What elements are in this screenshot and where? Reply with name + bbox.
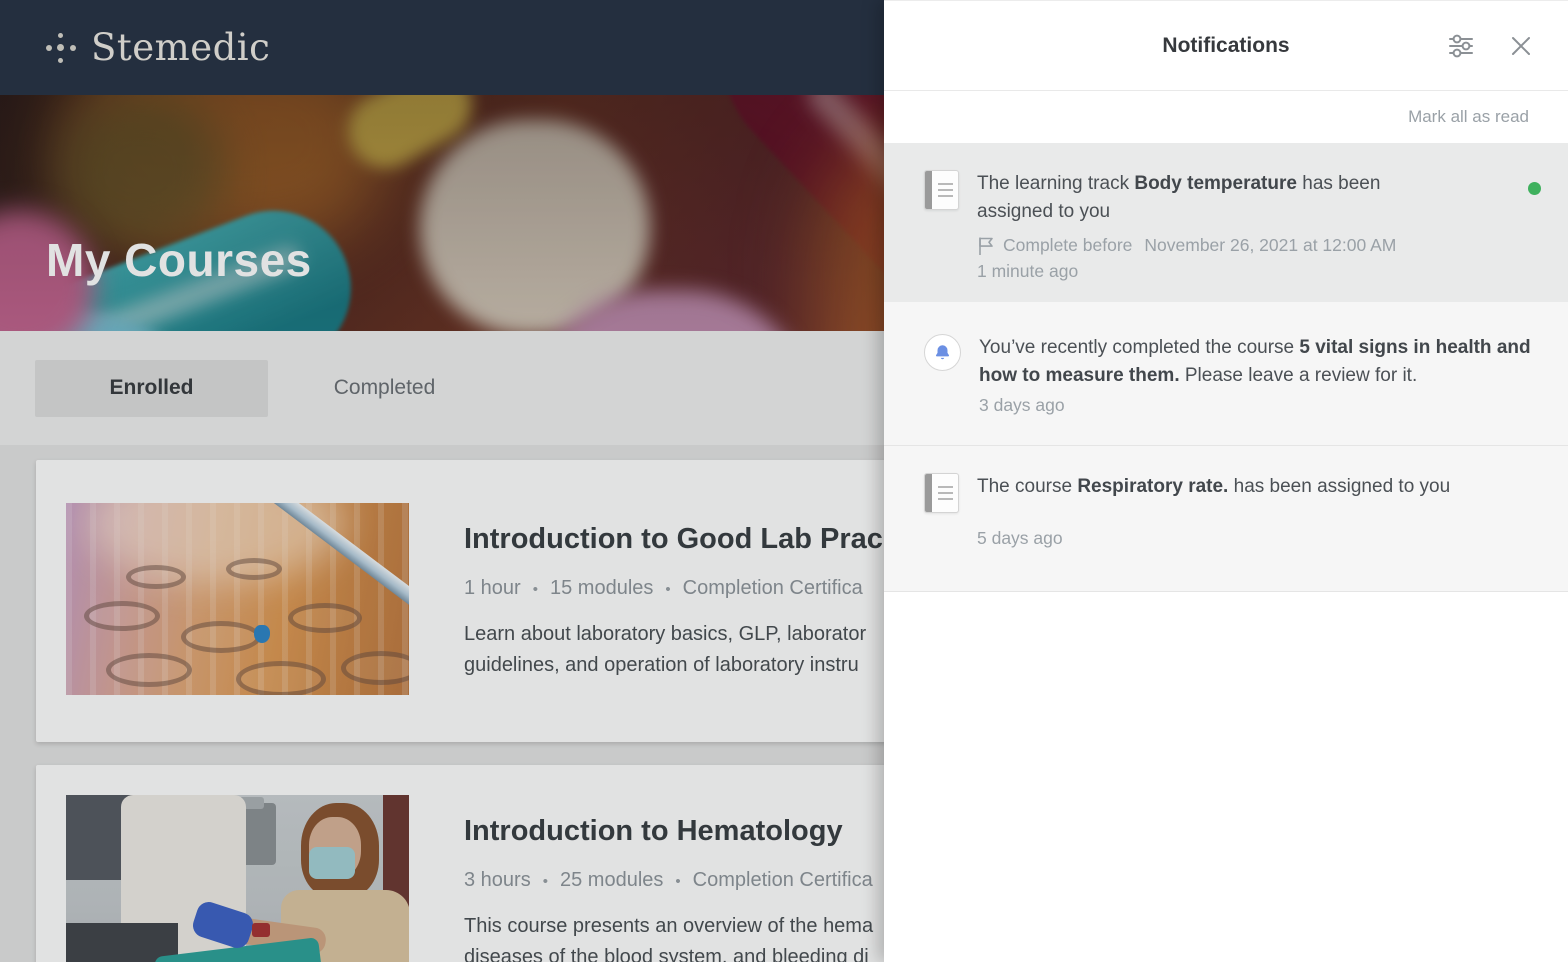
notifications-toolbar: Mark all as read: [884, 91, 1568, 143]
notification-item-respiratory-rate[interactable]: The course Respiratory rate. has been as…: [884, 445, 1568, 592]
notification-timestamp: 3 days ago: [979, 395, 1065, 415]
mark-all-as-read-button[interactable]: Mark all as read: [1408, 107, 1529, 127]
notification-list: The learning track Body temperature has …: [884, 143, 1568, 592]
notification-text: You’ve recently completed the course 5 v…: [979, 334, 1535, 390]
close-icon: [1512, 36, 1530, 55]
notification-item-vital-signs-review[interactable]: You’ve recently completed the course 5 v…: [884, 302, 1568, 445]
notification-content: The learning track Body temperature has …: [977, 170, 1540, 302]
deadline-value: November 26, 2021 at 12:00 AM: [1144, 235, 1397, 255]
notification-text: The course Respiratory rate. has been as…: [977, 473, 1540, 501]
notifications-panel: Notifications Mark all as read The learn…: [884, 0, 1568, 962]
notification-text-part: Please leave a review for it.: [1179, 365, 1418, 386]
notification-settings-button[interactable]: [1444, 29, 1478, 63]
notifications-header: Notifications: [884, 1, 1568, 91]
flag-icon: [979, 237, 993, 255]
book-icon: [924, 170, 959, 302]
notification-text-part: The learning track: [977, 173, 1135, 194]
notification-item-body-temperature[interactable]: The learning track Body temperature has …: [884, 143, 1568, 302]
deadline-label: Complete before: [1003, 235, 1133, 255]
notification-text-part: has been assigned to you: [1228, 476, 1451, 497]
notification-text-bold: Body temperature: [1134, 173, 1297, 194]
bell-icon: [924, 334, 961, 445]
unread-indicator-dot: [1528, 182, 1541, 195]
notification-content: You’ve recently completed the course 5 v…: [979, 334, 1540, 445]
notification-text-part: You’ve recently completed the course: [979, 337, 1300, 358]
notification-timestamp: 1 minute ago: [977, 261, 1079, 281]
notification-content: The course Respiratory rate. has been as…: [977, 473, 1540, 591]
notification-text-part: The course: [977, 476, 1078, 497]
close-panel-button[interactable]: [1504, 29, 1538, 63]
notification-timestamp: 5 days ago: [977, 528, 1063, 548]
book-icon: [924, 473, 959, 591]
app-window: Stemedic My Courses Enrolled Completed I…: [0, 0, 1568, 962]
notification-text: The learning track Body temperature has …: [977, 170, 1429, 226]
notification-deadline: Complete before November 26, 2021 at 12:…: [977, 235, 1540, 256]
notification-text-bold: Respiratory rate.: [1077, 476, 1229, 497]
sliders-icon: [1449, 34, 1473, 57]
notifications-title: Notifications: [1162, 33, 1290, 57]
